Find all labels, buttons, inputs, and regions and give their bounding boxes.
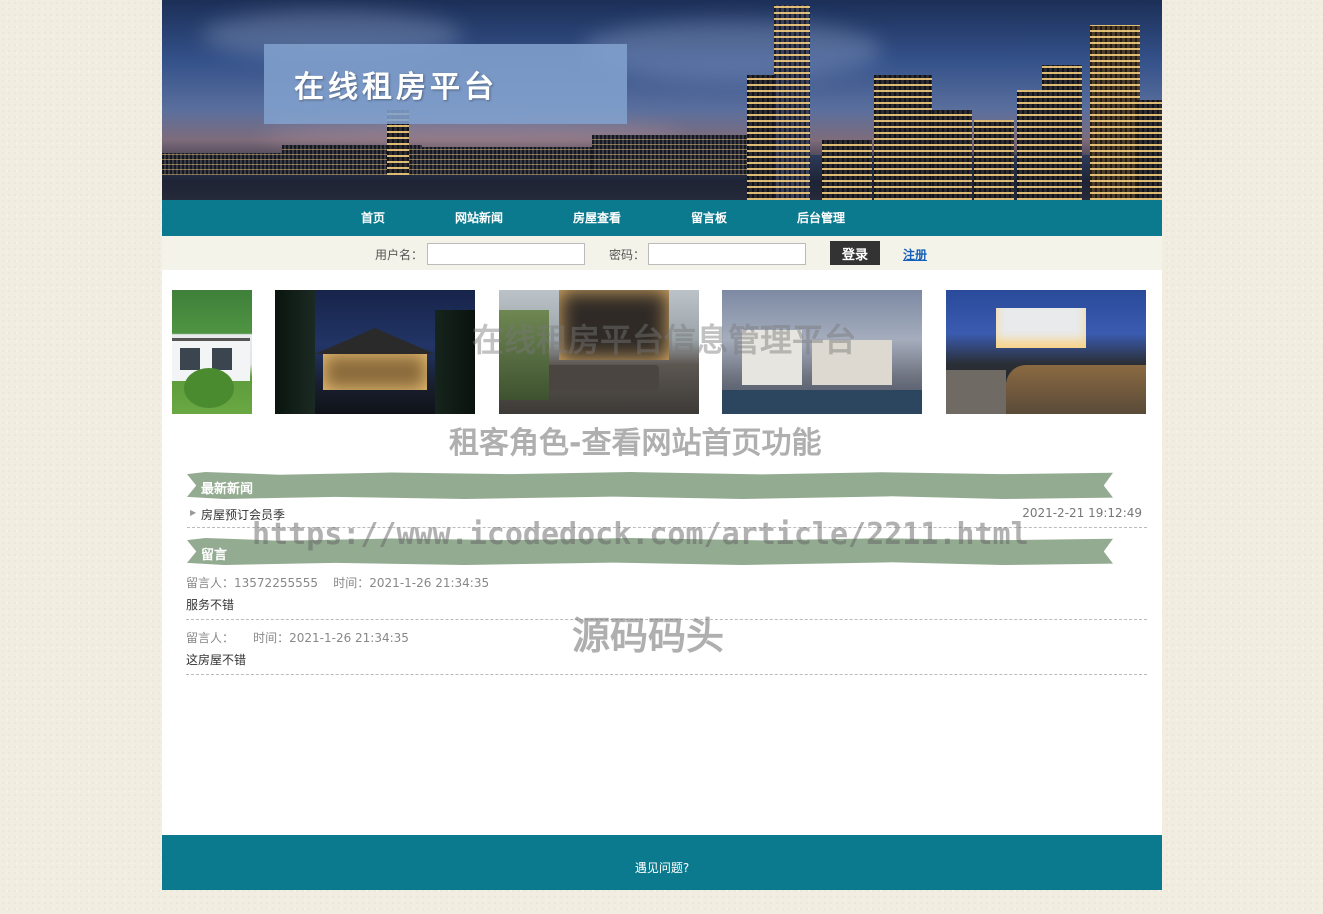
message-time: 2021-1-26 21:34:35 bbox=[289, 631, 409, 645]
banner-building bbox=[592, 135, 752, 175]
news-item-date: 2021-2-21 19:12:49 bbox=[1022, 506, 1142, 520]
footer-help-link[interactable]: 遇见问题? bbox=[162, 859, 1162, 876]
message-time: 2021-1-26 21:34:35 bbox=[369, 576, 490, 590]
footer: 遇见问题? bbox=[162, 835, 1162, 890]
site-title: 在线租房平台 bbox=[294, 70, 498, 105]
message-author: 13572255555 bbox=[234, 576, 318, 590]
banner-building bbox=[932, 110, 972, 200]
banner-cloud bbox=[582, 20, 882, 80]
password-label: 密码： bbox=[609, 248, 646, 262]
tree bbox=[184, 368, 234, 408]
gallery-photo[interactable] bbox=[946, 290, 1146, 414]
pine-tree bbox=[275, 290, 315, 414]
watermark-text: https://www.icodedock.com/article/2211.h… bbox=[252, 517, 1029, 552]
banner-building bbox=[874, 75, 932, 200]
message-meta: 留言人： 时间：2021-1-26 21:34:35 bbox=[186, 629, 409, 646]
messages-section-title: 留言 bbox=[201, 548, 228, 563]
username-input[interactable] bbox=[427, 243, 585, 265]
header-banner: 在线租房平台 bbox=[162, 0, 1162, 200]
watermark-text: 租客角色-查看网站首页功能 bbox=[449, 426, 822, 461]
message-content: 服务不错 bbox=[186, 598, 235, 612]
time-label: 时间： bbox=[253, 631, 290, 645]
message-meta: 留言人：13572255555 时间：2021-1-26 21:34:35 bbox=[186, 574, 489, 591]
password-input[interactable] bbox=[648, 243, 806, 265]
username-label: 用户名： bbox=[375, 248, 424, 262]
roof bbox=[315, 328, 435, 354]
pine-tree bbox=[435, 310, 475, 414]
news-section-header: 最新新闻 bbox=[187, 472, 1113, 499]
sofa bbox=[539, 365, 659, 391]
house-window bbox=[212, 348, 232, 370]
main-nav: 首页 网站新闻 房屋查看 留言板 后台管理 bbox=[162, 200, 1162, 236]
banner-building bbox=[162, 153, 282, 175]
register-link[interactable]: 注册 bbox=[903, 246, 927, 263]
nav-item-news[interactable]: 网站新闻 bbox=[455, 200, 503, 236]
banner-tower bbox=[774, 5, 810, 200]
house-window bbox=[180, 348, 200, 370]
bullet-arrow-icon: ▶ bbox=[190, 508, 197, 517]
gallery-photo[interactable] bbox=[172, 290, 252, 414]
banner-building bbox=[974, 120, 1014, 200]
time-label: 时间： bbox=[333, 576, 370, 590]
author-label: 留言人： bbox=[186, 576, 235, 590]
watermark-text: 在线租房平台信息管理平台 bbox=[472, 321, 857, 359]
stone-wall bbox=[1006, 365, 1146, 414]
site-title-box: 在线租房平台 bbox=[264, 44, 627, 124]
stone-path bbox=[946, 370, 1006, 414]
nav-item-home[interactable]: 首页 bbox=[361, 200, 385, 236]
nav-item-admin[interactable]: 后台管理 bbox=[797, 200, 845, 236]
nav-item-houses[interactable]: 房屋查看 bbox=[573, 200, 621, 236]
login-button[interactable]: 登录 bbox=[830, 241, 880, 265]
author-label: 留言人： bbox=[186, 631, 235, 645]
watermark-text: 源码码头 bbox=[572, 614, 725, 658]
banner-building bbox=[1090, 25, 1140, 200]
page-container: 在线租房平台 首页 网站新闻 房屋查看 留言板 后台管理 用户名： 密码： 登录… bbox=[162, 0, 1162, 890]
gallery-photo[interactable] bbox=[275, 290, 475, 414]
banner-building bbox=[1137, 100, 1162, 200]
login-bar: 用户名： 密码： 登录 注册 bbox=[162, 236, 1162, 270]
nav-item-message-board[interactable]: 留言板 bbox=[691, 200, 727, 236]
news-section-title: 最新新闻 bbox=[201, 482, 254, 497]
message-content: 这房屋不错 bbox=[186, 653, 247, 667]
villa-lit bbox=[996, 308, 1086, 348]
lit-house bbox=[323, 354, 427, 390]
pool bbox=[722, 390, 922, 414]
banner-building bbox=[1042, 65, 1082, 200]
banner-building bbox=[822, 140, 872, 200]
